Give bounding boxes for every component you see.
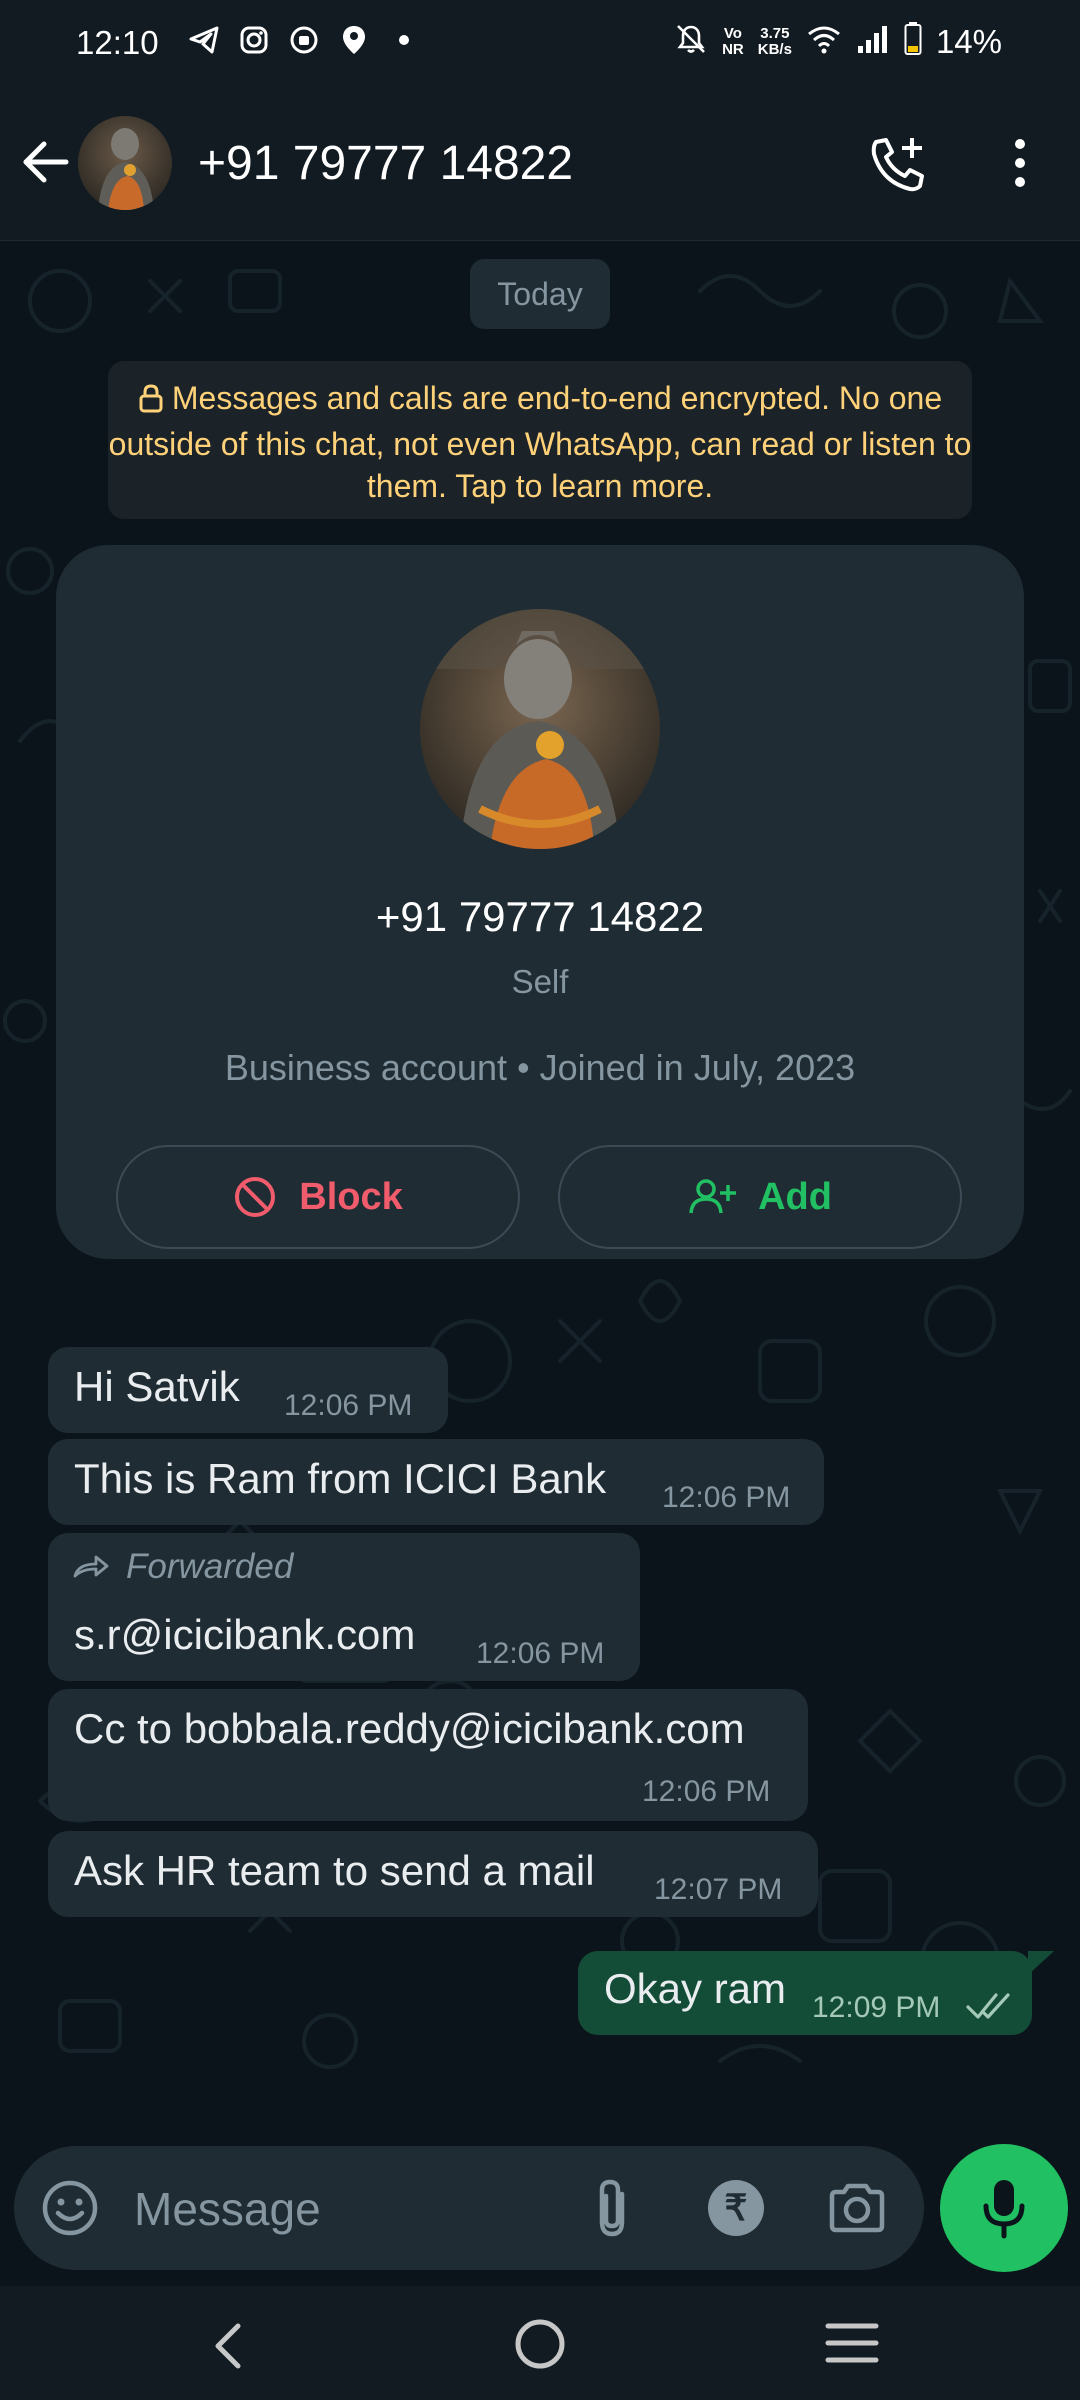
block-icon [235, 1177, 276, 1217]
payment-button[interactable]: ₹ [708, 2180, 764, 2236]
message-time: 12:06 PM [662, 1481, 791, 1514]
message-text: Ask HR team to send a mail [74, 1847, 595, 1894]
home-circle-icon [515, 2319, 565, 2369]
instagram-icon [238, 24, 270, 56]
contact-avatar[interactable] [78, 116, 172, 210]
kebab-menu-icon [1015, 139, 1025, 187]
message-time: 12:07 PM [654, 1873, 783, 1906]
avatar-image [78, 116, 172, 210]
profile-subtitle: Self [511, 963, 569, 1000]
contact-title[interactable]: +91 79777 14822 [198, 136, 573, 191]
smiley-icon [42, 2180, 98, 2236]
outgoing-bubble-tail [1028, 1951, 1054, 1975]
double-check-read-icon [966, 1993, 1010, 2019]
rupee-icon: ₹ [724, 2187, 748, 2228]
message-time: 12:09 PM [812, 1991, 941, 2024]
system-navigation-bar [0, 2286, 1080, 2400]
voice-message-button[interactable] [940, 2144, 1068, 2272]
back-button[interactable] [18, 134, 74, 190]
lock-icon [138, 381, 164, 423]
profile-photo[interactable] [420, 609, 660, 849]
battery-percent: 14% [935, 22, 1002, 60]
phone-plus-icon [871, 138, 924, 192]
add-contact-button[interactable]: Add [558, 1145, 962, 1249]
shopping-app-icon [288, 24, 320, 56]
arrow-left-icon [23, 141, 69, 183]
camera-icon [829, 2183, 885, 2233]
microphone-icon [983, 2180, 1025, 2239]
status-bar: 12:10 Vo NR 3.75 KB/s 14% [0, 0, 1080, 88]
encryption-notice[interactable]: Messages and calls are end-to-end encryp… [108, 361, 972, 519]
notification-icons [188, 24, 420, 56]
business-account-info: Business account • Joined in July, 2023 [224, 1047, 856, 1088]
message-time: 12:06 PM [642, 1775, 771, 1808]
nav-home-button[interactable] [512, 2316, 568, 2372]
encryption-notice-text: Messages and calls are end-to-end encryp… [108, 380, 972, 504]
message-text: s.r@icicibank.com [74, 1611, 416, 1658]
add-person-icon [689, 1179, 737, 1214]
date-divider: Today [470, 259, 610, 329]
paperclip-icon [599, 2179, 625, 2237]
forwarded-text: Forwarded [126, 1547, 294, 1586]
status-time: 12:10 [76, 24, 159, 61]
forward-arrow-icon [73, 1555, 109, 1578]
message-time: 12:06 PM [284, 1389, 413, 1422]
add-button-label: Add [758, 1175, 832, 1218]
location-app-icon [338, 24, 370, 56]
message-text: Hi Satvik [74, 1363, 240, 1410]
telegram-icon [188, 24, 220, 56]
signal-icon [856, 24, 890, 59]
incoming-message[interactable]: Ask HR team to send a mail 12:07 PM [48, 1831, 818, 1917]
attach-button[interactable] [584, 2176, 644, 2240]
forwarded-label: Forwarded [72, 1547, 293, 1587]
forwarded-message[interactable]: Forwarded s.r@icicibank.com 12:06 PM [48, 1533, 640, 1681]
chat-header: +91 79777 14822 [0, 88, 1080, 241]
network-speed: 3.75 KB/s [757, 24, 792, 58]
outgoing-message[interactable]: Okay ram 12:09 PM [578, 1951, 1032, 2035]
chevron-left-icon [215, 2323, 241, 2369]
volte-indicator: Vo NR [722, 24, 744, 58]
more-notifications-dot-icon [388, 24, 420, 56]
camera-button[interactable] [826, 2178, 888, 2238]
chat-area[interactable]: Today Messages and calls are end-to-end … [0, 241, 1080, 2141]
incoming-message[interactable]: Cc to bobbala.reddy@icicibank.com 12:06 … [48, 1689, 808, 1821]
wifi-icon [806, 24, 842, 59]
nav-back-button[interactable] [200, 2316, 260, 2376]
profile-phone-number: +91 79777 14822 [375, 893, 705, 940]
message-input[interactable] [132, 2176, 576, 2242]
nav-recents-button[interactable] [822, 2318, 882, 2368]
message-text: Okay ram [604, 1965, 787, 2012]
message-text: This is Ram from ICICI Bank [74, 1455, 607, 1502]
contact-profile-card: +91 79777 14822 Self Business account • … [56, 545, 1024, 1259]
recents-lines-icon [825, 2323, 879, 2363]
incoming-message[interactable]: This is Ram from ICICI Bank 12:06 PM [48, 1439, 824, 1525]
emoji-button[interactable] [40, 2178, 100, 2238]
system-status-icons: Vo NR 3.75 KB/s 14% [674, 22, 1002, 61]
message-time: 12:06 PM [476, 1637, 605, 1670]
message-composer: ₹ [14, 2146, 924, 2270]
block-button[interactable]: Block [116, 1145, 520, 1249]
more-options-button[interactable] [1000, 132, 1040, 194]
incoming-message[interactable]: Hi Satvik 12:06 PM [48, 1347, 448, 1433]
battery-icon [904, 22, 922, 61]
profile-photo-image [420, 609, 660, 849]
message-text: Cc to bobbala.reddy@icicibank.com [74, 1705, 745, 1752]
mute-bell-icon [674, 22, 708, 61]
block-button-label: Block [299, 1175, 403, 1218]
add-call-button[interactable] [868, 132, 930, 194]
